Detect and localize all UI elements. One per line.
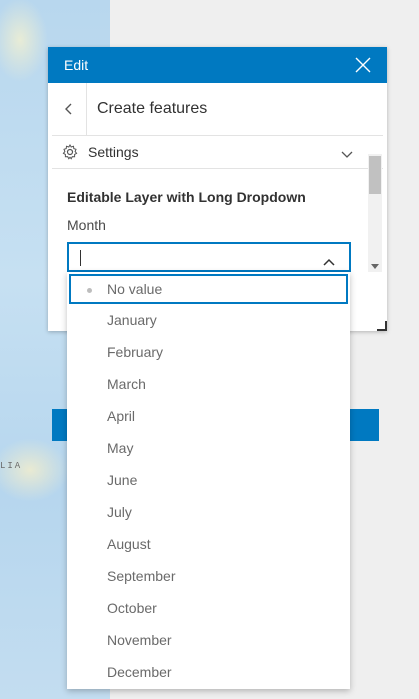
option-label: February (107, 344, 164, 360)
dropdown-option[interactable]: June (67, 464, 350, 496)
text-caret (80, 250, 81, 266)
layer-title: Editable Layer with Long Dropdown (67, 189, 306, 205)
scrollbar-thumb[interactable] (369, 156, 381, 194)
close-button[interactable] (355, 57, 371, 73)
option-label: May (107, 440, 134, 456)
chevron-up-icon (323, 258, 335, 266)
month-label: Month (67, 217, 106, 233)
option-label: April (107, 408, 136, 424)
dropdown-option[interactable]: May (67, 432, 350, 464)
chevron-down-icon (341, 151, 353, 158)
dropdown-option-no-value[interactable]: No value (69, 274, 348, 304)
option-label: October (107, 600, 157, 616)
form-area: Editable Layer with Long Dropdown Month (52, 169, 383, 441)
map-label: LIA (0, 461, 23, 471)
panel-title: Edit (64, 57, 89, 73)
back-button[interactable] (52, 83, 87, 135)
dropdown-option[interactable]: August (67, 528, 350, 560)
scroll-down-arrow[interactable] (371, 264, 379, 269)
option-label: No value (107, 281, 163, 297)
combo-toggle[interactable] (323, 253, 335, 271)
subheader: Create features (52, 83, 383, 136)
settings-toggle[interactable]: Settings (52, 136, 383, 169)
dropdown-option[interactable]: September (67, 560, 350, 592)
gear-icon (62, 144, 78, 160)
dropdown-option[interactable]: April (67, 400, 350, 432)
dropdown-option[interactable]: December (67, 656, 350, 688)
resize-handle[interactable] (377, 321, 387, 331)
option-label: August (107, 536, 151, 552)
month-combobox[interactable] (67, 242, 351, 272)
option-label: March (107, 376, 146, 392)
settings-label: Settings (88, 144, 139, 160)
chevron-left-icon (65, 103, 72, 115)
option-label: January (107, 312, 157, 328)
selected-dot (87, 288, 92, 293)
dropdown-option[interactable]: March (67, 368, 350, 400)
panel-scrollbar[interactable] (368, 154, 382, 272)
panel-header: Edit (48, 47, 387, 83)
month-dropdown-list: No value January February March April Ma… (67, 272, 350, 689)
subheader-title: Create features (97, 100, 208, 117)
option-label: September (107, 568, 176, 584)
dropdown-option[interactable]: February (67, 336, 350, 368)
close-icon (355, 57, 371, 73)
option-label: December (107, 664, 172, 680)
dropdown-option[interactable]: October (67, 592, 350, 624)
expand-settings[interactable] (341, 146, 353, 164)
option-label: November (107, 632, 172, 648)
dropdown-option[interactable]: November (67, 624, 350, 656)
option-label: June (107, 472, 138, 488)
dropdown-option[interactable]: January (67, 304, 350, 336)
dropdown-option[interactable]: July (67, 496, 350, 528)
option-label: July (107, 504, 132, 520)
